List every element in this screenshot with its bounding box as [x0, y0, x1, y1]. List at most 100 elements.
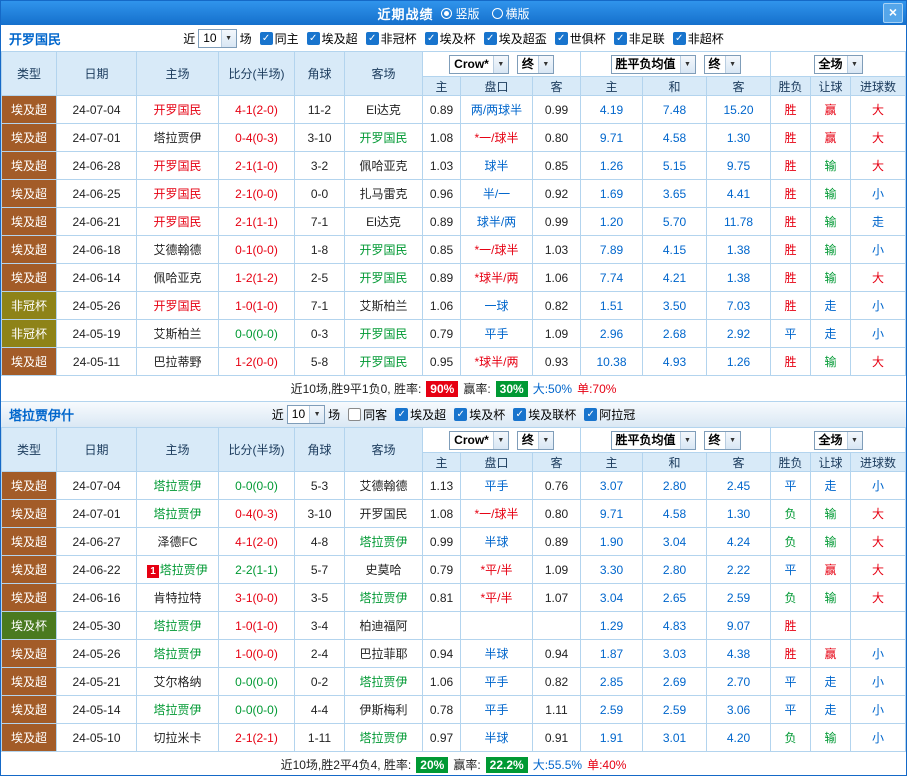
filter-checkbox-4[interactable]: 埃及杯: [425, 30, 476, 47]
filter-checkbox-1[interactable]: 同客: [348, 406, 387, 423]
cell-corners: 0-0: [295, 180, 345, 208]
filter-checkbox-1[interactable]: 同主: [260, 30, 299, 47]
checkbox-checked-icon[interactable]: [395, 408, 408, 421]
filter-checkbox-3[interactable]: 埃及杯: [454, 406, 505, 423]
match-count-select[interactable]: 10▼: [287, 405, 325, 424]
avg-type-select[interactable]: 胜平负均值▼: [611, 431, 696, 450]
cell-avg-home: 3.07: [581, 472, 643, 500]
sub-col-header: 让球: [811, 77, 851, 96]
cell-home-team: 1塔拉贾伊: [137, 556, 219, 584]
cell-away-team: 开罗国民: [345, 236, 423, 264]
over-rate-text: 大:55.5%: [533, 756, 582, 773]
cell-handicap: 平手: [461, 696, 533, 724]
chevron-down-icon: ▼: [725, 432, 740, 449]
radio-label: 横版: [506, 5, 530, 22]
checkbox-checked-icon[interactable]: [484, 32, 497, 45]
layout-radio-1[interactable]: 竖版: [441, 5, 479, 22]
cell-avg-away: 2.45: [707, 472, 771, 500]
checkbox-label: 非足联: [629, 30, 665, 47]
chevron-down-icon: ▼: [538, 56, 553, 73]
cell-handicap-result: 走: [811, 292, 851, 320]
cell-avg-draw: 4.21: [643, 264, 707, 292]
col-header-score: 比分(半场): [219, 428, 295, 472]
cell-avg-draw: 4.93: [643, 348, 707, 376]
avg-time-select[interactable]: 终▼: [704, 431, 741, 450]
checkbox-checked-icon[interactable]: [614, 32, 627, 45]
odds-time-select[interactable]: 终▼: [517, 55, 554, 74]
filter-checkbox-2[interactable]: 埃及超: [307, 30, 358, 47]
cell-result: 平: [771, 696, 811, 724]
checkbox-checked-icon[interactable]: [307, 32, 320, 45]
cell-competition: 埃及超: [2, 472, 57, 500]
cell-competition: 埃及杯: [2, 612, 57, 640]
filter-checkbox-2[interactable]: 埃及超: [395, 406, 446, 423]
cell-result: 平: [771, 556, 811, 584]
scope-select[interactable]: 全场▼: [814, 55, 863, 74]
avg-type-select[interactable]: 胜平负均值▼: [611, 55, 696, 74]
team-name: 开罗国民: [9, 29, 61, 48]
filter-checkbox-7[interactable]: 非足联: [614, 30, 665, 47]
checkbox-checked-icon[interactable]: [366, 32, 379, 45]
cell-avg-home: 2.59: [581, 696, 643, 724]
cell-home-team: 切拉米卡: [137, 724, 219, 752]
cell-score: 4-1(2-0): [219, 528, 295, 556]
checkbox-checked-icon[interactable]: [513, 408, 526, 421]
filter-checkbox-3[interactable]: 非冠杯: [366, 30, 417, 47]
cell-avg-away: 9.75: [707, 152, 771, 180]
cell-avg-away: 2.92: [707, 320, 771, 348]
odds-company-select-value: Crow*: [450, 56, 493, 73]
cell-handicap-result: 走: [811, 668, 851, 696]
cell-handicap-result: 输: [811, 180, 851, 208]
cell-handicap: 半球: [461, 724, 533, 752]
cell-home-team: 开罗国民: [137, 96, 219, 124]
checkbox-checked-icon[interactable]: [673, 32, 686, 45]
sub-col-header: 客: [707, 453, 771, 472]
filter-checkbox-5[interactable]: 阿拉冠: [584, 406, 635, 423]
filter-unit-label: 场: [328, 406, 340, 423]
cell-avg-away: 4.41: [707, 180, 771, 208]
checkbox-checked-icon[interactable]: [260, 32, 273, 45]
cell-avg-draw: 3.01: [643, 724, 707, 752]
filter-checkbox-8[interactable]: 非超杯: [673, 30, 724, 47]
avg-time-select[interactable]: 终▼: [704, 55, 741, 74]
cell-result: 胜: [771, 180, 811, 208]
cell-away-team: 开罗国民: [345, 500, 423, 528]
scope-select[interactable]: 全场▼: [814, 431, 863, 450]
match-count-select[interactable]: 10▼: [198, 29, 236, 48]
filter-checkbox-4[interactable]: 埃及联杯: [513, 406, 576, 423]
cell-avg-draw: 5.15: [643, 152, 707, 180]
odds-time-select[interactable]: 终▼: [517, 431, 554, 450]
filter-bar: 近10▼场同客埃及超埃及杯埃及联杯阿拉冠: [272, 405, 635, 424]
close-button[interactable]: ×: [883, 3, 903, 23]
cell-corners: 1-11: [295, 724, 345, 752]
col-header-date: 日期: [57, 428, 137, 472]
filter-checkbox-5[interactable]: 埃及超盃: [484, 30, 547, 47]
checkbox-checked-icon[interactable]: [425, 32, 438, 45]
cell-handicap: *平/半: [461, 584, 533, 612]
checkbox-checked-icon[interactable]: [584, 408, 597, 421]
odds-time-select-value: 终: [518, 56, 538, 73]
col-header-corner: 角球: [295, 428, 345, 472]
checkbox-checked-icon[interactable]: [454, 408, 467, 421]
odds-company-select[interactable]: Crow*▼: [449, 431, 509, 450]
radio-selected-icon[interactable]: [441, 8, 452, 19]
cell-date: 24-05-26: [57, 640, 137, 668]
cell-home-odds: 1.08: [423, 500, 461, 528]
cell-competition: 埃及超: [2, 348, 57, 376]
cell-corners: 3-10: [295, 124, 345, 152]
cell-date: 24-07-04: [57, 96, 137, 124]
cell-home-team: 开罗国民: [137, 152, 219, 180]
filter-near-label: 近: [183, 30, 195, 47]
cell-avg-home: 1.90: [581, 528, 643, 556]
odds-company-select[interactable]: Crow*▼: [449, 55, 509, 74]
cell-goals-result: 小: [851, 180, 906, 208]
filter-checkbox-6[interactable]: 世俱杯: [555, 30, 606, 47]
cell-goals-result: 小: [851, 292, 906, 320]
checkbox-unchecked-icon[interactable]: [348, 408, 361, 421]
cell-date: 24-06-21: [57, 208, 137, 236]
cell-goals-result: 小: [851, 668, 906, 696]
radio-unselected-icon[interactable]: [492, 8, 503, 19]
checkbox-checked-icon[interactable]: [555, 32, 568, 45]
layout-radio-2[interactable]: 横版: [492, 5, 530, 22]
cell-avg-home: 9.71: [581, 500, 643, 528]
